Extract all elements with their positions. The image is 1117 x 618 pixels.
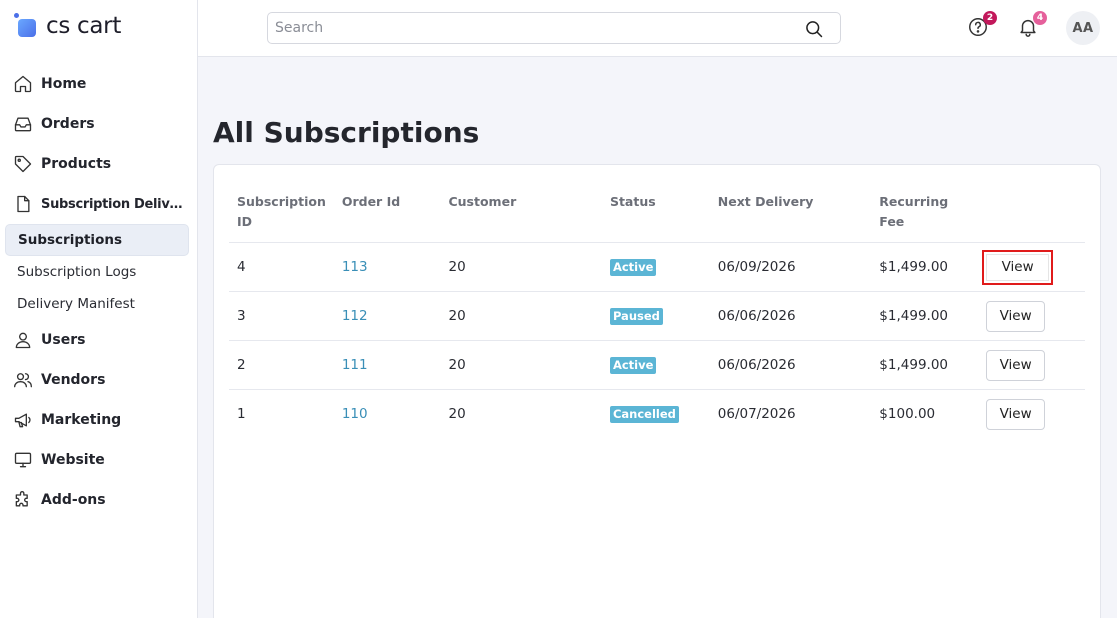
sidebar-item-label: Vendors	[41, 372, 106, 388]
cell-recurring-fee: $1,499.00	[871, 242, 979, 292]
help-badge: 2	[983, 11, 997, 25]
sidebar: cs cart Home Orders Products Subscriptio…	[0, 0, 198, 618]
col-header-customer[interactable]: Customer	[440, 186, 601, 243]
sidebar-item-add-ons[interactable]: Add-ons	[0, 480, 198, 520]
search-icon[interactable]	[804, 19, 824, 39]
col-header-order-id[interactable]: Order Id	[334, 186, 441, 243]
cell-subscription-id: 3	[229, 291, 334, 341]
table-row: 4 113 20 Active 06/09/2026 $1,499.00 Vie…	[229, 242, 1085, 292]
sidebar-item-orders[interactable]: Orders	[0, 104, 198, 144]
col-header-recurring-fee[interactable]: Recurring Fee	[871, 186, 978, 243]
status-badge: Active	[609, 356, 657, 374]
cell-recurring-fee: $100.00	[871, 389, 979, 439]
cs-cart-logo-icon	[14, 13, 40, 39]
inbox-icon	[13, 114, 33, 134]
table-row: 1 110 20 Cancelled 06/07/2026 $100.00 Vi…	[229, 389, 1085, 439]
sidebar-item-subscription-delivery[interactable]: Subscription Delivery ...	[0, 184, 198, 224]
col-header-actions	[978, 186, 1085, 243]
status-badge: Paused	[609, 307, 663, 325]
order-link[interactable]: 110	[342, 406, 368, 422]
cell-subscription-id: 1	[229, 389, 334, 439]
document-icon	[13, 194, 33, 214]
col-header-label: Subscription	[237, 194, 326, 209]
sidebar-item-home[interactable]: Home	[0, 64, 198, 104]
cell-customer: 20	[440, 340, 602, 390]
help-button[interactable]: 2	[967, 11, 997, 40]
view-button[interactable]: View	[982, 249, 1054, 285]
sidebar-subitem-subscriptions[interactable]: Subscriptions	[5, 224, 189, 256]
cell-subscription-id: 4	[229, 242, 334, 292]
view-button[interactable]: View	[986, 398, 1046, 430]
sidebar-subitem-delivery-manifest[interactable]: Delivery Manifest	[0, 288, 198, 320]
table-header-row: Subscription ID Order Id Customer Status…	[229, 186, 1085, 243]
subscriptions-card: Subscription ID Order Id Customer Status…	[213, 164, 1101, 618]
tag-icon	[13, 154, 33, 174]
col-header-subscription-id[interactable]: Subscription ID	[229, 186, 334, 243]
notifications-badge: 4	[1033, 11, 1047, 25]
col-header-next-delivery[interactable]: Next Delivery	[710, 186, 872, 243]
search-box	[267, 12, 841, 44]
notifications-button[interactable]: 4	[1017, 11, 1047, 40]
sidebar-item-label: Users	[41, 332, 86, 348]
cell-next-delivery: 06/09/2026	[709, 242, 872, 292]
sidebar-item-label: Orders	[41, 116, 95, 132]
sidebar-item-products[interactable]: Products	[0, 144, 198, 184]
monitor-icon	[13, 450, 33, 470]
sidebar-item-marketing[interactable]: Marketing	[0, 400, 198, 440]
cell-next-delivery: 06/06/2026	[709, 291, 872, 341]
status-badge: Active	[609, 258, 657, 276]
cell-recurring-fee: $1,499.00	[871, 291, 979, 341]
cell-subscription-id: 2	[229, 340, 334, 390]
col-header-label: ID	[237, 214, 253, 229]
brand-logo[interactable]: cs cart	[14, 11, 121, 41]
topbar: 2 4 AA	[198, 0, 1117, 57]
sidebar-item-label: Home	[41, 76, 87, 92]
cell-next-delivery: 06/07/2026	[709, 389, 872, 439]
page-title: All Subscriptions	[213, 116, 480, 149]
sidebar-nav: Home Orders Products Subscription Delive…	[0, 64, 198, 520]
sidebar-item-label: Marketing	[41, 412, 122, 428]
sidebar-item-label: Subscription Delivery ...	[41, 196, 186, 212]
sidebar-item-label: Products	[41, 156, 112, 172]
brand-name: cs cart	[46, 13, 122, 39]
sidebar-item-users[interactable]: Users	[0, 320, 198, 360]
puzzle-icon	[13, 490, 33, 510]
cell-customer: 20	[440, 291, 602, 341]
table-row: 2 111 20 Active 06/06/2026 $1,499.00 Vie…	[229, 340, 1085, 390]
cell-recurring-fee: $1,499.00	[871, 340, 979, 390]
sidebar-item-label: Website	[41, 452, 105, 468]
cell-customer: 20	[440, 389, 602, 439]
subscriptions-table: Subscription ID Order Id Customer Status…	[229, 186, 1085, 439]
view-button[interactable]: View	[986, 349, 1046, 381]
sidebar-subitem-subscription-logs[interactable]: Subscription Logs	[0, 256, 198, 288]
home-icon	[13, 74, 33, 94]
cell-customer: 20	[440, 242, 602, 292]
avatar[interactable]: AA	[1066, 11, 1100, 45]
sidebar-item-label: Add-ons	[41, 492, 106, 508]
app-root: cs cart Home Orders Products Subscriptio…	[0, 0, 1117, 618]
search-input[interactable]	[268, 13, 798, 43]
sidebar-item-vendors[interactable]: Vendors	[0, 360, 198, 400]
order-link[interactable]: 112	[342, 308, 368, 324]
user-icon	[13, 330, 33, 350]
sidebar-item-website[interactable]: Website	[0, 440, 198, 480]
users-icon	[13, 370, 33, 390]
table-row: 3 112 20 Paused 06/06/2026 $1,499.00 Vie…	[229, 291, 1085, 341]
cell-next-delivery: 06/06/2026	[709, 340, 872, 390]
megaphone-icon	[13, 410, 33, 430]
view-button[interactable]: View	[986, 300, 1046, 332]
order-link[interactable]: 111	[342, 357, 368, 373]
order-link[interactable]: 113	[342, 259, 368, 275]
col-header-status[interactable]: Status	[602, 186, 710, 243]
status-badge: Cancelled	[609, 405, 679, 423]
